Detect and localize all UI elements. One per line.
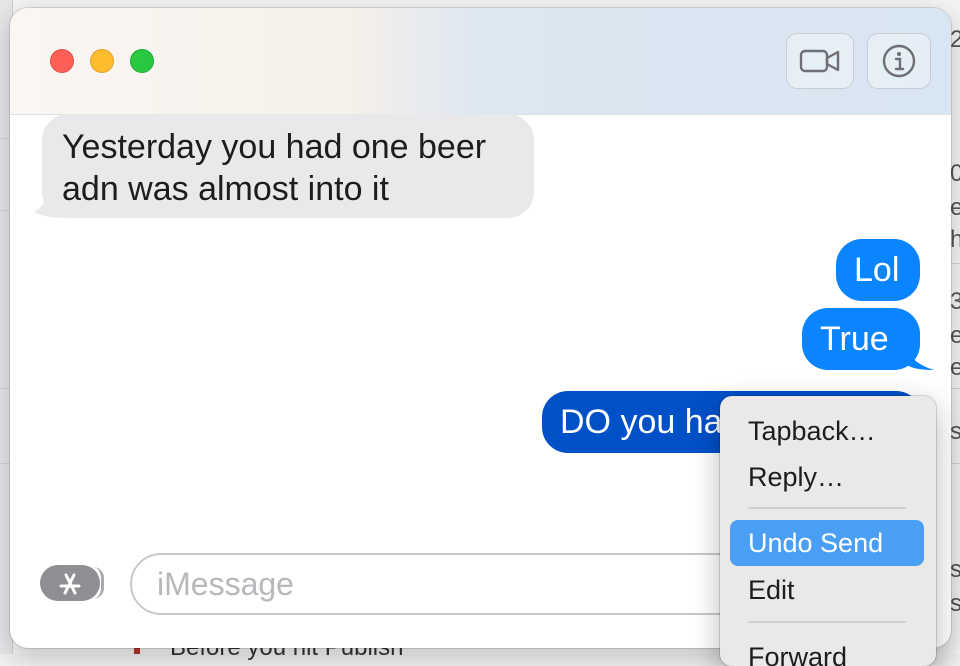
background-text: e	[950, 322, 960, 349]
divider	[951, 463, 960, 464]
details-button[interactable]	[867, 33, 931, 89]
message-text: True	[820, 320, 889, 358]
menu-item-reply[interactable]: Reply…	[730, 454, 924, 500]
message-text: DO you ha	[560, 403, 723, 441]
facetime-video-button[interactable]	[786, 33, 854, 89]
background-text: 3	[950, 288, 960, 315]
background-text: e	[950, 354, 960, 381]
message-text: Yesterday you had one beer	[62, 128, 487, 166]
menu-item-forward[interactable]: Forward	[730, 634, 924, 666]
minimize-button[interactable]	[90, 49, 114, 73]
outgoing-message-bubble[interactable]: True	[802, 308, 920, 370]
divider	[951, 388, 960, 389]
background-text: s	[950, 418, 960, 445]
context-menu: Tapback… Reply… Undo Send Edit Forward	[720, 396, 936, 666]
zoom-button[interactable]	[130, 49, 154, 73]
bubble-tail	[906, 344, 934, 370]
apps-button[interactable]	[40, 565, 104, 601]
menu-separator	[748, 507, 906, 509]
incoming-message-bubble[interactable]: Yesterday you had one beer adn was almos…	[42, 114, 534, 218]
close-button[interactable]	[50, 49, 74, 73]
menu-separator	[748, 621, 906, 623]
message-text: Lol	[854, 251, 900, 289]
outgoing-message-bubble[interactable]: Lol	[836, 239, 920, 301]
background-text: e,	[950, 194, 960, 221]
menu-item-edit[interactable]: Edit	[730, 567, 924, 613]
info-circle-icon	[882, 44, 916, 78]
background-text: 0	[950, 160, 960, 187]
menu-item-tapback[interactable]: Tapback…	[730, 408, 924, 454]
message-text: adn was almost into it	[62, 170, 389, 208]
title-bar	[10, 8, 951, 115]
background-text: s	[950, 590, 960, 617]
app-store-icon	[59, 573, 81, 595]
background-text: h	[950, 226, 960, 253]
background-text: 2	[950, 26, 960, 53]
menu-item-undo-send[interactable]: Undo Send	[730, 520, 924, 566]
video-camera-icon	[799, 49, 840, 73]
divider	[951, 263, 960, 264]
background-text: s	[950, 556, 960, 583]
